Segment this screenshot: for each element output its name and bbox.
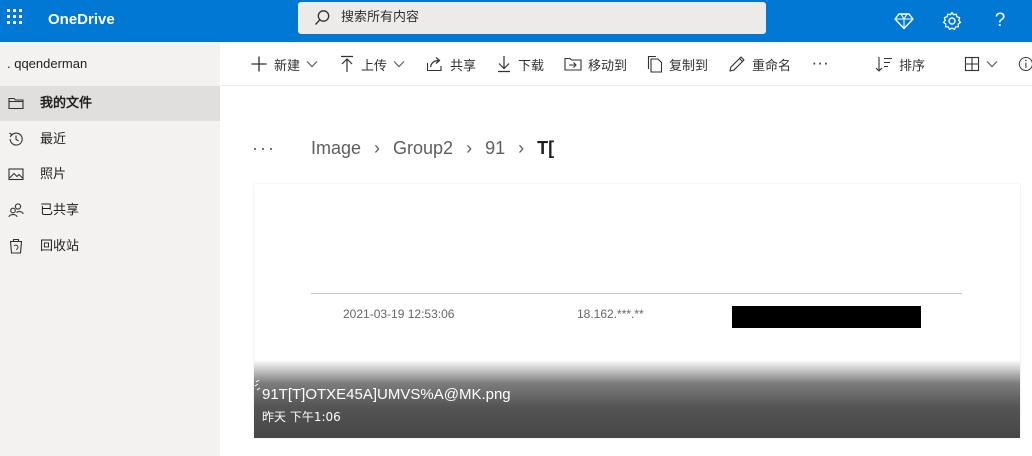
- recent-clock-icon: [9, 132, 23, 146]
- move-to-label: 移动到: [588, 58, 628, 74]
- recycle-bin-icon: [9, 238, 23, 254]
- chevron-down-icon: [393, 61, 405, 68]
- breadcrumb-item[interactable]: 91: [485, 138, 505, 159]
- upload-button[interactable]: 上传: [339, 42, 405, 86]
- sort-label: 排序: [899, 58, 926, 74]
- breadcrumb-item[interactable]: Group2: [393, 138, 453, 159]
- copy-to-button[interactable]: 复制到: [647, 42, 708, 86]
- preview-datetime: 2021-03-19 12:53:06: [343, 307, 455, 321]
- chevron-down-icon: [306, 61, 318, 68]
- nav-item-recent[interactable]: 最近: [0, 122, 220, 157]
- preview-ip: 18.162.***.**: [577, 307, 644, 321]
- upload-arrow-icon: [341, 55, 353, 72]
- breadcrumb-overflow[interactable]: ···: [252, 138, 276, 159]
- download-button[interactable]: 下载: [496, 42, 544, 86]
- nav-item-recycle-bin[interactable]: 回收站: [0, 229, 220, 264]
- move-to-button[interactable]: 移动到: [564, 42, 627, 86]
- info-icon: [1018, 56, 1032, 72]
- sort-icon: [875, 57, 892, 72]
- waffle-icon[interactable]: [7, 9, 25, 27]
- app-name[interactable]: OneDrive: [48, 0, 115, 42]
- help-button[interactable]: ?: [979, 0, 1021, 42]
- view-switcher-button[interactable]: [964, 42, 998, 86]
- more-icon: ···: [812, 55, 830, 73]
- move-to-icon: [564, 57, 582, 71]
- more-commands-button[interactable]: ···: [812, 42, 829, 86]
- breadcrumb-current: T[: [537, 137, 555, 158]
- search-placeholder[interactable]: 搜索所有内容: [341, 2, 419, 34]
- settings-gear-icon: [942, 11, 962, 31]
- shared-people-icon: [8, 203, 24, 218]
- nav-label: 已共享: [40, 203, 80, 218]
- search-box[interactable]: 搜索所有内容: [298, 2, 766, 34]
- share-button[interactable]: 共享: [426, 42, 476, 86]
- nav-label: 回收站: [40, 239, 80, 254]
- premium-button[interactable]: [883, 0, 925, 42]
- new-label: 新建: [274, 58, 301, 74]
- rename-button[interactable]: 重命名: [728, 42, 791, 86]
- upload-label: 上传: [361, 58, 388, 74]
- info-pane-button[interactable]: [1018, 42, 1032, 86]
- help-icon: ?: [994, 10, 1006, 31]
- preview-divider: [311, 293, 962, 294]
- copy-to-icon: [647, 55, 663, 73]
- folder-icon: [8, 97, 24, 110]
- share-label: 共享: [450, 58, 477, 74]
- nav-label: 最近: [40, 132, 67, 147]
- nav-label: 我的文件: [40, 96, 93, 111]
- left-navigation: . qqenderman 我的文件 最近 照片 已共享 回收站: [0, 42, 220, 456]
- nav-item-shared[interactable]: 已共享: [0, 193, 220, 228]
- file-name[interactable]: 91T[T]OTXE45A]UMVS%A@MK.png: [262, 386, 511, 403]
- premium-diamond-icon: [894, 13, 914, 30]
- share-icon: [426, 57, 442, 72]
- breadcrumb-separator: ›: [466, 137, 473, 158]
- sort-button[interactable]: 排序: [875, 42, 925, 86]
- new-button[interactable]: 新建: [250, 42, 318, 86]
- app-header: OneDrive 搜索所有内容 ?: [0, 0, 1032, 42]
- breadcrumb: ··· Image › Group2 › 91 › T[: [252, 130, 554, 166]
- search-icon: [314, 10, 330, 25]
- chevron-down-icon: [986, 61, 998, 68]
- nav-label: 照片: [40, 167, 67, 182]
- rename-pencil-icon: [729, 56, 745, 72]
- breadcrumb-separator: ›: [374, 137, 381, 158]
- photo-icon: [8, 168, 24, 181]
- rename-label: 重命名: [752, 58, 792, 74]
- file-tile[interactable]: 2021-03-19 12:53:06 18.162.***.** 91T[T]…: [254, 184, 1020, 438]
- breadcrumb-separator: ›: [518, 137, 525, 158]
- download-arrow-icon: [498, 56, 510, 73]
- breadcrumb-item[interactable]: Image: [311, 138, 361, 159]
- nav-item-photos[interactable]: 照片: [0, 157, 220, 192]
- preview-redacted-block: [732, 306, 921, 328]
- nav-item-my-files[interactable]: 我的文件: [0, 86, 220, 121]
- user-name: . qqenderman: [7, 56, 88, 71]
- command-bar: 新建 上传 共享 下载 移动到 复制到 重命名 ··· 排序: [220, 42, 1032, 86]
- grid-view-icon: [964, 56, 980, 72]
- plus-icon: [251, 56, 267, 72]
- settings-button[interactable]: [931, 0, 973, 42]
- file-modified: 昨天 下午1:06: [262, 410, 341, 424]
- copy-to-label: 复制到: [669, 58, 709, 74]
- download-label: 下载: [518, 58, 545, 74]
